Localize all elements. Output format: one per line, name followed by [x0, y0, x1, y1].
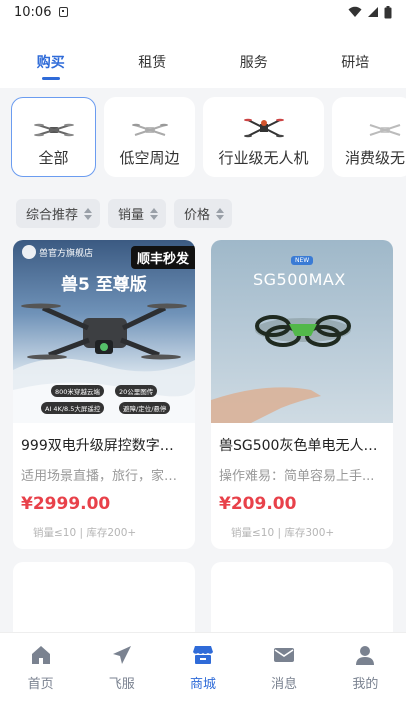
product-card[interactable]: NEW SG500MAX 兽SG500灰色单电无人机航拍... 操作难易：简单容… [211, 240, 393, 549]
product-title: 999双电升级屏控数字图传遥控... [21, 438, 195, 454]
nav-label: 我的 [352, 677, 379, 692]
category-label: 全部 [38, 149, 69, 167]
nav-flight-service[interactable]: 飞服 [87, 643, 157, 723]
mail-icon [274, 648, 295, 662]
paper-plane-icon [112, 646, 131, 664]
product-price: ¥209.00 [219, 494, 297, 514]
store-icon [192, 646, 213, 664]
sort-label: 销量 [118, 208, 145, 223]
product-meta: 销量≤10 | 库存200+ [33, 527, 137, 539]
nav-store[interactable]: 商城 [168, 643, 238, 723]
product-meta: 销量≤10 | 库存300+ [231, 527, 335, 539]
drone-icon [131, 123, 168, 136]
category-list: 全部 低空周边 行业级无人机 消费级无 [11, 97, 406, 177]
tab-training[interactable]: 研培 [315, 52, 395, 80]
status-time: 10:06 [14, 4, 52, 20]
nav-messages[interactable]: 消息 [249, 643, 319, 723]
signal-icon [368, 7, 378, 17]
feature-tag: AI 4K/8.5大屏遥控 [41, 402, 105, 414]
category-industry[interactable]: 行业级无人机 [203, 97, 324, 177]
status-bar: 10:06 [0, 0, 406, 24]
tab-bar: 购买 租赁 服务 研培 [0, 52, 406, 80]
wifi-icon [348, 6, 362, 17]
nav-home[interactable]: 首页 [6, 643, 76, 723]
tab-service[interactable]: 服务 [214, 52, 294, 80]
nav-label: 首页 [27, 677, 54, 692]
tab-rent[interactable]: 租赁 [112, 52, 192, 80]
product-price: ¥2999.00 [21, 494, 111, 514]
category-low-altitude[interactable]: 低空周边 [104, 97, 195, 177]
product-image: NEW SG500MAX [211, 240, 393, 423]
feature-tag: 800米穿越云端 [51, 385, 104, 397]
category-label: 低空周边 [119, 149, 180, 167]
sort-sales-button[interactable]: 销量 [108, 199, 167, 228]
user-icon [356, 646, 375, 665]
nav-label: 消息 [271, 677, 298, 692]
sort-price-button[interactable]: 价格 [174, 199, 233, 228]
feature-tag: 20公里图传 [115, 385, 158, 397]
new-badge: NEW [291, 256, 314, 265]
drone-icon [33, 123, 74, 137]
shipping-badge: 顺丰秒发 [130, 246, 195, 269]
sort-label: 价格 [184, 208, 211, 223]
product-card-placeholder[interactable] [13, 562, 195, 642]
category-label: 消费级无 [345, 149, 406, 167]
feature-tag: 避障/定位/悬停 [119, 402, 171, 414]
product-headline: SG500MAX [253, 270, 346, 289]
sort-arrows-icon [150, 207, 159, 220]
tab-buy[interactable]: 购买 [11, 52, 91, 80]
product-card-placeholder[interactable] [211, 562, 393, 642]
product-desc: 适用场景直播，旅行，家庭... [21, 469, 190, 484]
sort-label: 综合推荐 [26, 208, 79, 223]
home-icon [31, 646, 50, 664]
drone-icon [369, 124, 401, 136]
nav-label: 商城 [189, 677, 216, 692]
product-image: 兽官方旗舰店 顺丰秒发 兽5 至尊版 800米穿越云端 20公里图传 AI 4K… [13, 240, 195, 423]
category-consumer[interactable]: 消费级无 [332, 97, 406, 177]
store-badge: 兽官方旗舰店 [39, 249, 94, 259]
status-icons [348, 5, 392, 19]
bottom-nav: 首页 飞服 商城 消息 我的 [0, 632, 406, 723]
battery-icon [384, 5, 392, 18]
sort-bar: 综合推荐 销量 价格 [16, 199, 233, 228]
product-card[interactable]: 兽官方旗舰店 顺丰秒发 兽5 至尊版 800米穿越云端 20公里图传 AI 4K… [13, 240, 195, 549]
notification-icon [59, 7, 69, 17]
sort-arrows-icon [216, 207, 225, 220]
product-headline: 兽5 至尊版 [61, 275, 147, 295]
drone-photo [211, 315, 351, 423]
category-all[interactable]: 全部 [11, 97, 96, 177]
top-bar: 购买 租赁 服务 研培 [0, 24, 406, 88]
product-desc: 操作难易：简单容易上手... [219, 469, 375, 484]
category-label: 行业级无人机 [218, 149, 309, 167]
product-title: 兽SG500灰色单电无人机航拍... [219, 438, 393, 454]
sort-arrows-icon [84, 207, 93, 220]
nav-profile[interactable]: 我的 [330, 643, 400, 723]
drone-icon [243, 118, 284, 138]
nav-label: 飞服 [108, 677, 135, 692]
sort-recommended-button[interactable]: 综合推荐 [16, 199, 101, 228]
